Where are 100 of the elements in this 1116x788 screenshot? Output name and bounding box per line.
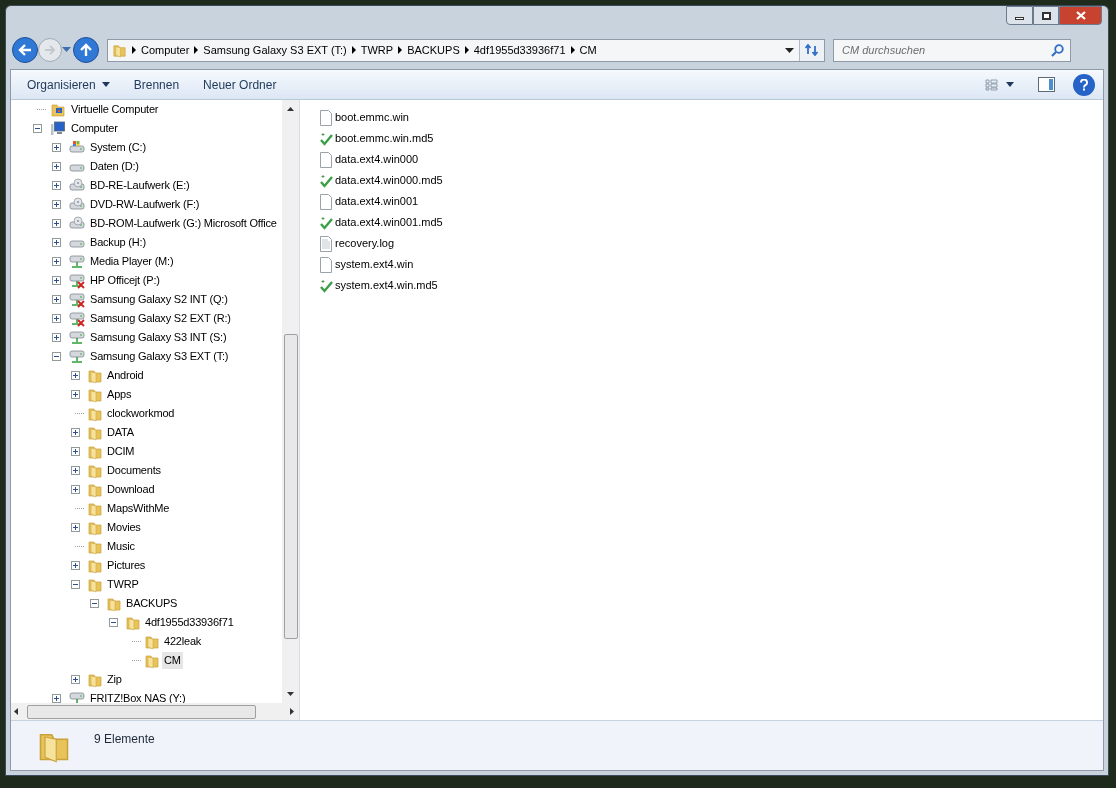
tree-item[interactable]: Samsung Galaxy S2 INT (Q:) — [88, 291, 230, 308]
tree-item[interactable]: Daten (D:) — [88, 158, 141, 175]
expand-icon[interactable] — [52, 333, 61, 342]
tree-item[interactable]: DCIM — [105, 443, 137, 460]
expand-icon[interactable] — [52, 238, 61, 247]
file-name[interactable]: data.ext4.win001 — [335, 193, 419, 210]
collapse-icon[interactable] — [52, 352, 61, 361]
file-name[interactable]: system.ext4.win.md5 — [335, 277, 438, 294]
toolbar-button[interactable]: Neuer Ordner — [195, 72, 285, 97]
file-name[interactable]: system.ext4.win — [335, 256, 414, 273]
tree-item[interactable]: HP Officejt (P:) — [88, 272, 162, 289]
vertical-scrollbar[interactable] — [282, 100, 299, 703]
tree-item[interactable]: Samsung Galaxy S2 EXT (R:) — [88, 310, 233, 327]
scroll-right-icon[interactable] — [290, 708, 294, 715]
tree-item[interactable]: 422leak — [162, 633, 204, 650]
disconnected-drive-icon — [68, 272, 86, 289]
expand-icon[interactable] — [52, 219, 61, 228]
minimize-button[interactable] — [1006, 6, 1033, 25]
address-bar[interactable]: Computer Samsung Galaxy S3 EXT (T:) TWRP BACKUPS 4df1955d33936f71 CM — [107, 38, 825, 62]
expand-icon[interactable] — [52, 694, 61, 703]
up-arrow-icon — [80, 43, 92, 57]
expand-icon[interactable] — [52, 314, 61, 323]
tree-item[interactable]: BD-ROM-Laufwerk (G:) Microsoft Office — [88, 215, 279, 232]
tree-item[interactable]: Android — [105, 367, 146, 384]
toolbar-button[interactable]: Organisieren — [19, 72, 118, 97]
expand-icon[interactable] — [71, 523, 80, 532]
scrollbar-thumb[interactable] — [27, 704, 256, 719]
expand-icon[interactable] — [71, 390, 80, 399]
maximize-button[interactable] — [1033, 6, 1059, 25]
tree-item[interactable]: CM — [162, 652, 183, 669]
tree-item[interactable]: 4df1955d33936f71 — [143, 614, 236, 631]
breadcrumb[interactable]: TWRP — [360, 41, 394, 59]
expand-icon[interactable] — [71, 447, 80, 456]
breadcrumb[interactable]: Computer — [141, 41, 190, 59]
file-name[interactable]: data.ext4.win001.md5 — [335, 214, 443, 231]
tree-item[interactable]: Backup (H:) — [88, 234, 148, 251]
file-name[interactable]: boot.emmc.win.md5 — [335, 130, 434, 147]
collapse-icon[interactable] — [71, 580, 80, 589]
scroll-up-icon[interactable] — [287, 107, 294, 111]
tree-item[interactable]: MapsWithMe — [105, 500, 172, 517]
file-name[interactable]: data.ext4.win000.md5 — [335, 172, 443, 189]
tree-item[interactable]: Samsung Galaxy S3 INT (S:) — [88, 329, 229, 346]
tree-item[interactable]: Virtuelle Computer — [69, 101, 161, 118]
caret-icon — [1006, 82, 1014, 87]
breadcrumb[interactable]: Samsung Galaxy S3 EXT (T:) — [203, 41, 347, 59]
file-name[interactable]: recovery.log — [335, 235, 395, 252]
tree-item[interactable]: TWRP — [105, 576, 141, 593]
expand-icon[interactable] — [52, 143, 61, 152]
dropdown-caret-icon[interactable] — [785, 47, 794, 53]
tree-item[interactable]: clockworkmod — [105, 405, 177, 422]
scrollbar-thumb[interactable] — [283, 334, 298, 639]
expand-icon[interactable] — [71, 466, 80, 475]
tree-item[interactable]: DVD-RW-Laufwerk (F:) — [88, 196, 202, 213]
expand-icon[interactable] — [71, 675, 80, 684]
help-icon — [1079, 78, 1089, 91]
help-button[interactable] — [1073, 73, 1095, 96]
expand-icon[interactable] — [52, 200, 61, 209]
collapse-icon[interactable] — [109, 618, 118, 627]
file-name[interactable]: data.ext4.win000 — [335, 151, 419, 168]
checkmark-icon — [319, 215, 333, 230]
refresh-button[interactable] — [799, 39, 824, 61]
back-button[interactable] — [12, 37, 38, 63]
expand-icon[interactable] — [71, 371, 80, 380]
tree-item[interactable]: BACKUPS — [124, 595, 180, 612]
tree-item[interactable]: Zip — [105, 671, 124, 688]
tree-item[interactable]: Apps — [105, 386, 134, 403]
search-field[interactable]: CM durchsuchen — [833, 38, 1071, 62]
tree-item[interactable]: System (C:) — [88, 139, 148, 156]
expand-icon[interactable] — [52, 257, 61, 266]
expand-icon[interactable] — [71, 485, 80, 494]
breadcrumb[interactable]: CM — [579, 41, 597, 59]
toolbar-button[interactable]: Brennen — [125, 72, 188, 97]
collapse-icon[interactable] — [90, 599, 99, 608]
folder-icon — [87, 367, 103, 384]
close-button[interactable] — [1059, 6, 1102, 25]
checkmark-icon — [319, 173, 333, 188]
tree-item[interactable]: Media Player (M:) — [88, 253, 176, 270]
tree-item[interactable]: DATA — [105, 424, 136, 441]
breadcrumb[interactable]: BACKUPS — [407, 41, 460, 59]
tree-item[interactable]: Samsung Galaxy S3 EXT (T:) — [88, 348, 231, 365]
expand-icon[interactable] — [52, 162, 61, 171]
breadcrumb[interactable]: 4df1955d33936f71 — [473, 41, 566, 59]
collapse-icon[interactable] — [33, 124, 42, 133]
tree-item[interactable]: Documents — [105, 462, 163, 479]
tree-item[interactable]: Pictures — [105, 557, 148, 574]
expand-icon[interactable] — [52, 295, 61, 304]
scroll-down-icon[interactable] — [287, 692, 294, 696]
expand-icon[interactable] — [71, 561, 80, 570]
tree-item[interactable]: Download — [105, 481, 157, 498]
tree-item[interactable]: Computer — [69, 120, 120, 137]
tree-item[interactable]: Music — [105, 538, 137, 555]
tree-item[interactable]: BD-RE-Laufwerk (E:) — [88, 177, 192, 194]
scroll-left-icon[interactable] — [14, 708, 18, 715]
tree-item[interactable]: Movies — [105, 519, 143, 536]
file-name[interactable]: boot.emmc.win — [335, 109, 409, 126]
expand-icon[interactable] — [52, 181, 61, 190]
horizontal-scrollbar[interactable] — [11, 703, 299, 720]
up-button[interactable] — [73, 37, 99, 63]
expand-icon[interactable] — [52, 276, 61, 285]
expand-icon[interactable] — [71, 428, 80, 437]
